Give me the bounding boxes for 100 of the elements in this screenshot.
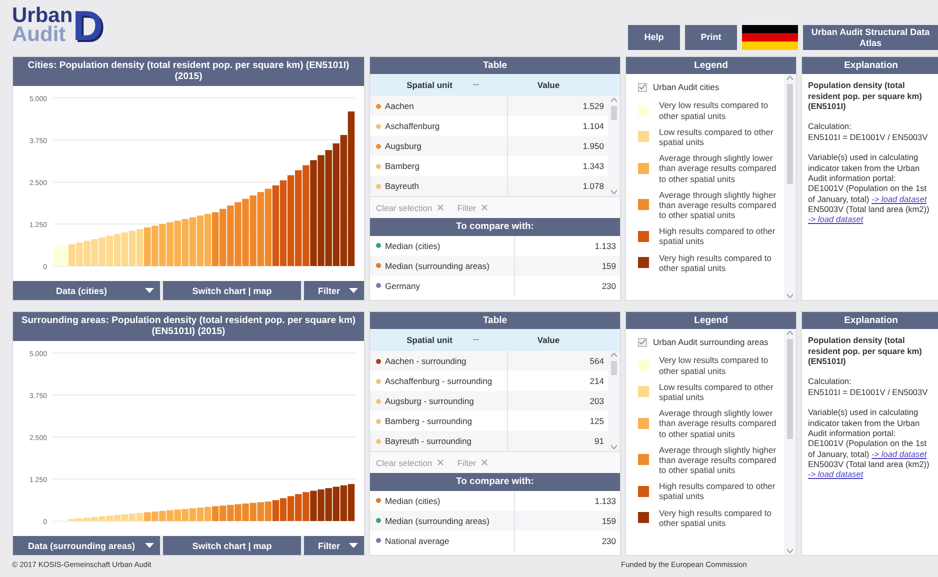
checkbox-label: Urban Audit surrounding areas (653, 337, 768, 348)
switch-button[interactable]: Switch chart | map (163, 536, 301, 555)
panel-title: Legend (626, 312, 796, 330)
sort-icon (473, 339, 479, 342)
scroll-down-icon[interactable] (611, 190, 617, 194)
panel-title: Table (370, 312, 620, 330)
close-icon (436, 458, 446, 468)
formula-text: EN5101I = DE1001V / EN5003V (808, 386, 929, 398)
legend-label: High results compared to other spatial units (659, 226, 776, 247)
row-label[interactable]: Bayreuth - surrounding (385, 436, 472, 446)
checkbox[interactable] (638, 82, 647, 92)
scroll-up-icon[interactable] (787, 76, 793, 80)
legend-label: Very high results compared to other spatial units (659, 252, 772, 274)
row-label[interactable]: Aschaffenburg - surrounding (385, 376, 492, 386)
row-label[interactable]: Aschaffenburg (385, 121, 440, 132)
column-header[interactable]: Spatial unit (370, 80, 489, 90)
formula-text: EN5101I = DE1001V / EN5003V (808, 132, 929, 142)
load-dataset-link[interactable]: -> load dataset (808, 469, 864, 480)
scrollbar-thumb[interactable] (787, 339, 793, 440)
legend-label: High results compared to other spatial units (659, 481, 776, 502)
scroll-down-icon[interactable] (787, 549, 793, 553)
scroll-down-icon[interactable] (611, 445, 617, 450)
legend-label: Very low results compared to other spatial units (659, 100, 770, 121)
row-label[interactable]: Bamberg (385, 161, 420, 172)
close-icon (436, 203, 446, 212)
legend-label: Very high results compared to other spatial units (659, 508, 772, 528)
scroll-down-icon[interactable] (787, 294, 793, 298)
row-label[interactable]: Aachen - surrounding (385, 356, 466, 366)
column-header[interactable]: Value (489, 335, 608, 346)
row-label[interactable]: Aachen (385, 101, 414, 112)
switch-button[interactable]: Switch chart | map (163, 281, 301, 300)
table-cell-text: 1.529 (582, 100, 605, 114)
column-header[interactable]: Spatial unit (370, 335, 489, 346)
row-label: Germany (385, 280, 420, 291)
row-label[interactable]: Bamberg - surrounding (385, 416, 472, 426)
header-button[interactable]: Help (628, 25, 680, 50)
variable-text: EN5003V (Total land area (km2)) -> load dataset (808, 204, 930, 225)
load-dataset-link[interactable]: -> load dataset (808, 214, 864, 224)
table-cell-text: 1.950 (582, 140, 605, 154)
explanation-heading: Population density (total resident pop. per square km) (EN5101I) (808, 335, 923, 366)
table-cell-text: 159 (600, 260, 617, 273)
table-cell-text: 1.104 (582, 120, 605, 134)
scroll-up-icon[interactable] (611, 98, 617, 102)
panel-title: Table (370, 57, 620, 74)
scrollbar-thumb[interactable] (787, 84, 793, 184)
table-cell-text: 230 (600, 280, 617, 293)
caret-icon (145, 288, 154, 293)
dropdown-button[interactable]: Filter (304, 536, 364, 555)
checkbox-label: Urban Audit cities (653, 82, 720, 92)
panel-title: To compare with: (370, 473, 620, 491)
close-icon (480, 203, 490, 212)
scrollbar[interactable] (608, 96, 620, 196)
table-cell-text: 1.343 (582, 160, 605, 174)
scrollbar-thumb[interactable] (611, 361, 617, 376)
table-cell-text: 1.133 (594, 240, 617, 253)
column-header[interactable]: Value (489, 80, 608, 90)
table-cell-text: 91 (594, 435, 605, 448)
variable-text: DE1001V (Population on the 1st of January, total) -> load dataset (808, 438, 928, 459)
dropdown-button[interactable]: Filter (304, 281, 364, 300)
scrollbar-thumb[interactable] (611, 106, 617, 120)
scroll-up-icon[interactable] (611, 353, 617, 358)
panel-title: Explanation (802, 312, 938, 330)
explanation-heading: Population density (total resident pop. per square km) (EN5101I) (808, 80, 923, 112)
calculation-label: Calculation: (808, 121, 852, 132)
table-cell-text: 230 (600, 534, 617, 548)
table-cell-text: 159 (600, 514, 617, 528)
legend-label: Average through slightly lower than average results compared to other spatial units (659, 153, 778, 184)
load-dataset-link[interactable]: -> load dataset (872, 194, 927, 204)
row-label[interactable]: Augsburg - surrounding (385, 396, 474, 406)
row-label[interactable]: Bayreuth (385, 181, 420, 192)
dropdown-button[interactable]: Data (surrounding areas) (13, 536, 160, 555)
legend-label: Very low results compared to other spatial units (659, 355, 770, 376)
checkbox[interactable] (638, 338, 647, 347)
row-label: National average (385, 536, 450, 546)
row-label[interactable]: Augsburg (385, 141, 422, 152)
header-button[interactable]: Print (685, 25, 737, 50)
variable-text: EN5003V (Total land area (km2)) -> load dataset (808, 458, 930, 480)
chart-title: Surrounding areas: Population density (total resident pop. per square km) (EN5101I) (2015) (13, 312, 364, 341)
app-title-button[interactable]: Urban Audit Structural Data Atlas (803, 25, 938, 50)
load-dataset-link[interactable]: -> load dataset (872, 448, 927, 459)
flag-icon[interactable] (742, 25, 798, 50)
legend-label: Average through slightly lower than average results compared to other spatial units (659, 408, 778, 439)
variable-text: DE1001V (Population on the 1st of January, total) -> load dataset (808, 183, 928, 204)
dropdown-button[interactable]: Data (cities) (13, 281, 160, 300)
panel-title: Explanation (802, 57, 938, 74)
row-label: Median (cities) (385, 496, 440, 506)
row-label: Median (surrounding areas) (385, 260, 490, 271)
table-cell-text: 125 (588, 415, 605, 428)
table-cell-text: 203 (588, 395, 605, 408)
explanation-text: Variable(s) used in calculating indicator taken from the Urban Audit information portal: (808, 407, 921, 438)
close-icon (480, 458, 490, 468)
panel-title: To compare with: (370, 218, 620, 236)
panel-title: Legend (626, 57, 796, 74)
explanation-text: Variable(s) used in calculating indicator taken from the Urban Audit information portal: (808, 152, 921, 184)
row-label: Median (cities) (385, 240, 440, 251)
scroll-up-icon[interactable] (787, 331, 793, 336)
caret-icon (145, 543, 154, 548)
scrollbar[interactable] (784, 329, 796, 555)
scrollbar[interactable] (608, 351, 620, 452)
scrollbar[interactable] (784, 74, 796, 300)
